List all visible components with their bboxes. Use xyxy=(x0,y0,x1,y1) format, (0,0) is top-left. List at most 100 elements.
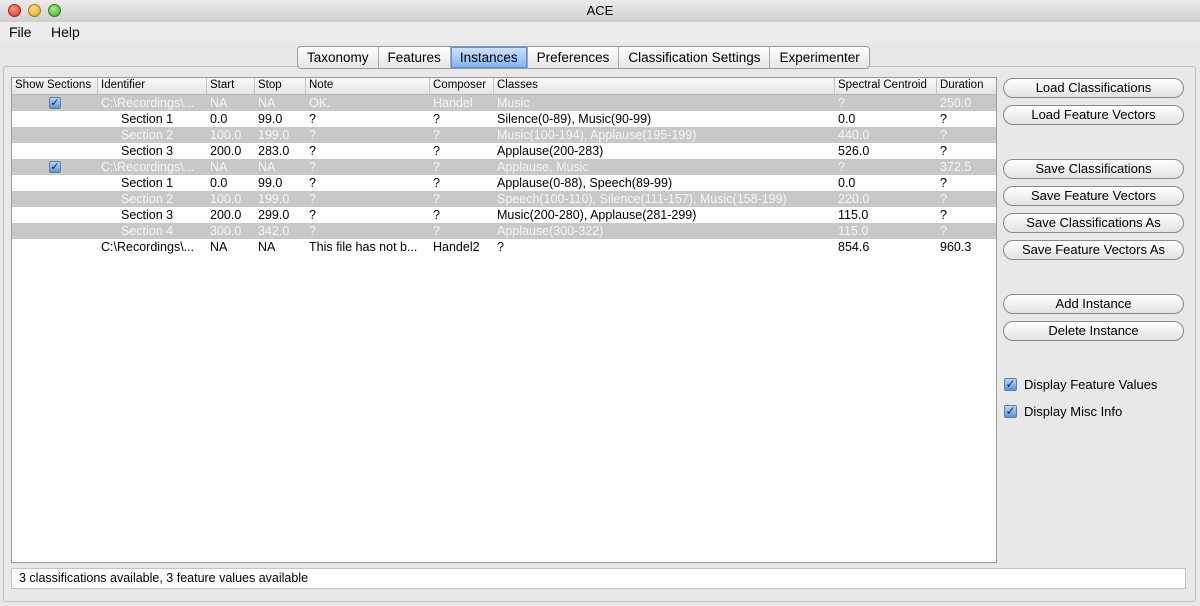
duration-cell: ? xyxy=(940,112,947,126)
table-row[interactable]: Section 1 0.0 99.0?? Applause(0-88), Speech… xyxy=(12,175,996,191)
note-header[interactable]: Note xyxy=(306,78,430,94)
instances-table[interactable]: Show Sections Identifier Start Stop Note Comp… xyxy=(11,77,997,563)
stop-header[interactable]: Stop xyxy=(255,78,306,94)
note-cell: OK. xyxy=(309,96,331,110)
note-cell: ? xyxy=(309,224,316,238)
composer-cell: ? xyxy=(433,192,440,206)
duration-header[interactable]: Duration xyxy=(937,78,996,94)
note-cell: ? xyxy=(309,192,316,206)
start-cell: 0.0 xyxy=(210,176,228,190)
classes-cell: Speech(100-110), Silence(111-157), Music… xyxy=(497,192,787,206)
tab-experimenter[interactable]: Experimenter xyxy=(770,47,868,68)
identifier-cell: Section 1 xyxy=(121,112,174,126)
spectral-centroid-cell: 854.6 xyxy=(838,240,870,254)
classes-cell: Silence(0-89), Music(90-99) xyxy=(497,112,652,126)
classes-cell: Applause(300-322) xyxy=(497,224,604,238)
composer-cell: Handel xyxy=(433,96,473,110)
save-classifications-as-button[interactable]: Save Classifications As xyxy=(1003,213,1184,233)
stop-cell: NA xyxy=(258,96,276,110)
status-bar: 3 classifications available, 3 feature v… xyxy=(11,568,1186,589)
stop-cell: 199.0 xyxy=(258,192,290,206)
composer-cell: ? xyxy=(433,128,440,142)
display-feature-values-label: Display Feature Values xyxy=(1024,377,1158,392)
table-row[interactable]: Section 4 300.0 342.0?? Applause(300-322) 11… xyxy=(12,223,996,239)
table-row[interactable]: Section 3 200.0 283.0?? Applause(200-283) 52… xyxy=(12,143,996,159)
spectral-centroid-cell: 440.0 xyxy=(838,128,870,142)
classes-cell: Applause(200-283) xyxy=(497,144,604,158)
table-row[interactable]: ✓ C:\Recordings\... NA NA?? Applause, Music?… xyxy=(12,159,996,175)
stop-cell: 283.0 xyxy=(258,144,290,158)
note-cell: ? xyxy=(309,128,316,142)
checkmark-icon: ✓ xyxy=(1004,377,1017,391)
table-row[interactable]: Section 3 200.0 299.0?? Music(200-280), App… xyxy=(12,207,996,223)
start-header[interactable]: Start xyxy=(207,78,255,94)
classes-header[interactable]: Classes xyxy=(494,78,835,94)
note-cell: ? xyxy=(309,144,316,158)
table-row[interactable]: Section 1 0.0 99.0?? Silence(0-89), Music(9… xyxy=(12,111,996,127)
window-title: ACE xyxy=(586,3,614,18)
identifier-cell: Section 3 xyxy=(121,144,174,158)
identifier-header[interactable]: Identifier xyxy=(98,78,207,94)
delete-instance-button[interactable]: Delete Instance xyxy=(1003,321,1184,341)
duration-cell: ? xyxy=(940,224,947,238)
start-cell: 300.0 xyxy=(210,224,242,238)
tab-classification-settings[interactable]: Classification Settings xyxy=(619,47,771,68)
table-row[interactable]: C:\Recordings\... NA NA This file has not b… xyxy=(12,239,996,255)
start-cell: 100.0 xyxy=(210,128,242,142)
tab-features[interactable]: Features xyxy=(379,47,451,68)
spectral-centroid-cell: 526.0 xyxy=(838,144,870,158)
composer-cell: ? xyxy=(433,176,440,190)
composer-cell: ? xyxy=(433,208,440,222)
spectral-centroid-cell: ? xyxy=(838,160,845,174)
duration-cell: ? xyxy=(940,176,947,190)
duration-cell: 960.3 xyxy=(940,240,972,254)
checkmark-icon: ✓ xyxy=(1004,404,1017,418)
menu-bar: File Help xyxy=(0,22,1200,42)
stop-cell: 342.0 xyxy=(258,224,290,238)
tab-preferences[interactable]: Preferences xyxy=(528,47,620,68)
tab-taxonomy[interactable]: Taxonomy xyxy=(298,47,379,68)
composer-header[interactable]: Composer xyxy=(430,78,494,94)
start-cell: NA xyxy=(210,160,228,174)
stop-cell: NA xyxy=(258,160,276,174)
stop-cell: 299.0 xyxy=(258,208,290,222)
display-misc-info-label: Display Misc Info xyxy=(1024,404,1123,419)
add-instance-button[interactable]: Add Instance xyxy=(1003,294,1184,314)
menu-help[interactable]: Help xyxy=(51,24,80,40)
load-feature-vectors-button[interactable]: Load Feature Vectors xyxy=(1003,105,1184,125)
identifier-cell: Section 1 xyxy=(121,176,174,190)
note-cell: ? xyxy=(309,208,316,222)
identifier-cell: C:\Recordings\... xyxy=(101,96,195,110)
show-sections-checkbox[interactable]: ✓ xyxy=(49,97,61,109)
tab-instances[interactable]: Instances xyxy=(450,47,528,68)
start-cell: 200.0 xyxy=(210,144,242,158)
save-classifications-button[interactable]: Save Classifications xyxy=(1003,159,1184,179)
duration-cell: 372.5 xyxy=(940,160,972,174)
tab-bar: Taxonomy Features Instances Preferences … xyxy=(297,46,870,69)
menu-file[interactable]: File xyxy=(9,24,32,40)
stop-cell: 99.0 xyxy=(258,112,283,126)
note-cell: ? xyxy=(309,176,316,190)
show-sections-header[interactable]: Show Sections xyxy=(12,78,98,94)
table-row[interactable]: ✓ C:\Recordings\... NA NA OK. Handel Music? 250… xyxy=(12,95,996,111)
table-row[interactable]: Section 2 100.0 199.0?? Speech(100-110), Si… xyxy=(12,191,996,207)
table-header: Show Sections Identifier Start Stop Note Comp… xyxy=(12,78,996,95)
spectral-centroid-cell: ? xyxy=(838,96,845,110)
duration-cell: ? xyxy=(940,192,947,206)
duration-cell: ? xyxy=(940,128,947,142)
save-feature-vectors-as-button[interactable]: Save Feature Vectors As xyxy=(1003,240,1184,260)
spectral-centroid-header[interactable]: Spectral Centroid xyxy=(835,78,937,94)
load-classifications-button[interactable]: Load Classifications xyxy=(1003,78,1184,98)
stop-cell: 199.0 xyxy=(258,128,290,142)
title-bar: ACE xyxy=(0,0,1200,23)
classes-cell: Music(100-194), Applause(195-199) xyxy=(497,128,697,142)
identifier-cell: C:\Recordings\... xyxy=(101,240,195,254)
spectral-centroid-cell: 115.0 xyxy=(838,224,869,238)
show-sections-checkbox[interactable]: ✓ xyxy=(49,161,61,173)
classes-cell: Applause(0-88), Speech(89-99) xyxy=(497,176,673,190)
save-feature-vectors-button[interactable]: Save Feature Vectors xyxy=(1003,186,1184,206)
table-row[interactable]: Section 2 100.0 199.0?? Music(100-194), App… xyxy=(12,127,996,143)
identifier-cell: Section 2 xyxy=(121,192,174,206)
identifier-cell: Section 2 xyxy=(121,128,174,142)
duration-cell: 250.0 xyxy=(940,96,972,110)
